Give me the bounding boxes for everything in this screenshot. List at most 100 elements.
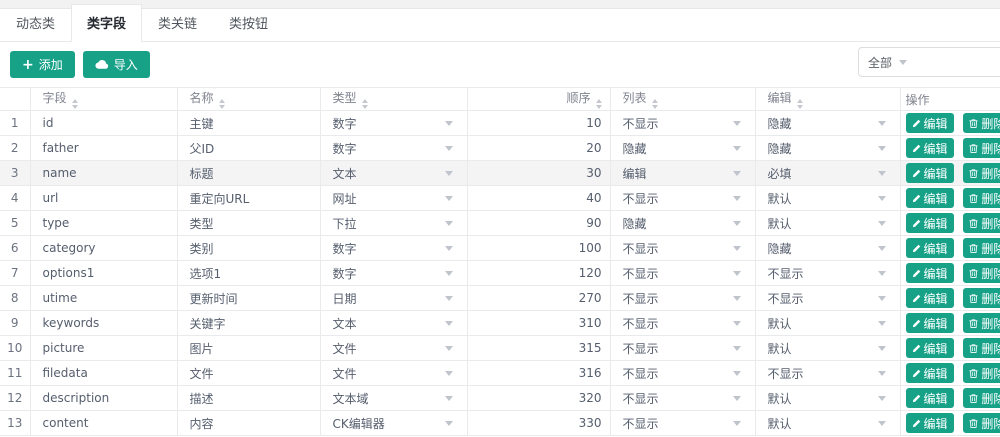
order-cell: 120 xyxy=(467,261,610,286)
field-cell: utime xyxy=(30,286,177,311)
delete-button[interactable]: 删除 xyxy=(963,188,1000,208)
list-select[interactable]: 不显示 xyxy=(610,236,755,261)
edit-select[interactable]: 不显示 xyxy=(755,261,900,286)
delete-button[interactable]: 删除 xyxy=(963,263,1000,283)
list-select[interactable]: 不显示 xyxy=(610,311,755,336)
delete-button[interactable]: 删除 xyxy=(963,213,1000,233)
name-cell: 父ID xyxy=(177,136,320,161)
edit-button[interactable]: 编辑 xyxy=(906,413,954,433)
chevron-down-icon xyxy=(733,196,741,201)
delete-button[interactable]: 删除 xyxy=(963,363,1000,383)
delete-button[interactable]: 删除 xyxy=(963,238,1000,258)
type-select[interactable]: 日期 xyxy=(320,286,467,311)
delete-button[interactable]: 删除 xyxy=(963,138,1000,158)
header-field[interactable]: 字段 xyxy=(30,88,177,111)
type-select[interactable]: 文本域 xyxy=(320,386,467,411)
tab-class-links[interactable]: 类关链 xyxy=(142,4,213,41)
field-cell: category xyxy=(30,236,177,261)
list-select[interactable]: 不显示 xyxy=(610,361,755,386)
tab-class-buttons[interactable]: 类按钮 xyxy=(213,4,284,41)
name-cell: 标题 xyxy=(177,161,320,186)
list-select[interactable]: 不显示 xyxy=(610,286,755,311)
table-row: 1 id 主键 数字 10 不显示 隐藏 编辑 删除 xyxy=(0,111,1000,136)
list-select[interactable]: 隐藏 xyxy=(610,211,755,236)
edit-select[interactable]: 默认 xyxy=(755,186,900,211)
chevron-down-icon xyxy=(445,146,453,151)
header-list[interactable]: 列表 xyxy=(610,88,755,111)
delete-button[interactable]: 删除 xyxy=(963,113,1000,133)
type-select[interactable]: 网址 xyxy=(320,186,467,211)
edit-select[interactable]: 隐藏 xyxy=(755,236,900,261)
edit-select[interactable]: 默认 xyxy=(755,211,900,236)
list-select[interactable]: 不显示 xyxy=(610,411,755,436)
edit-button[interactable]: 编辑 xyxy=(906,388,954,408)
add-button[interactable]: + 添加 xyxy=(10,51,75,78)
edit-button[interactable]: 编辑 xyxy=(906,138,954,158)
edit-select[interactable]: 隐藏 xyxy=(755,111,900,136)
type-select[interactable]: 数字 xyxy=(320,261,467,286)
order-cell: 90 xyxy=(467,211,610,236)
edit-select[interactable]: 必填 xyxy=(755,161,900,186)
chevron-down-icon xyxy=(733,271,741,276)
edit-select[interactable]: 隐藏 xyxy=(755,136,900,161)
type-select[interactable]: 文件 xyxy=(320,336,467,361)
pencil-icon xyxy=(912,119,921,128)
list-select[interactable]: 不显示 xyxy=(610,261,755,286)
name-cell: 图片 xyxy=(177,336,320,361)
delete-button[interactable]: 删除 xyxy=(963,388,1000,408)
edit-select[interactable]: 默认 xyxy=(755,311,900,336)
tab-dynamic-class[interactable]: 动态类 xyxy=(0,4,71,41)
edit-button[interactable]: 编辑 xyxy=(906,113,954,133)
tab-class-fields[interactable]: 类字段 xyxy=(71,4,142,42)
list-select[interactable]: 不显示 xyxy=(610,386,755,411)
edit-select[interactable]: 不显示 xyxy=(755,361,900,386)
edit-button[interactable]: 编辑 xyxy=(906,263,954,283)
header-type[interactable]: 类型 xyxy=(320,88,467,111)
list-select[interactable]: 不显示 xyxy=(610,111,755,136)
name-cell: 关键字 xyxy=(177,311,320,336)
delete-button[interactable]: 删除 xyxy=(963,338,1000,358)
edit-select[interactable]: 不显示 xyxy=(755,286,900,311)
type-select[interactable]: 文本 xyxy=(320,161,467,186)
chevron-down-icon xyxy=(445,396,453,401)
sort-icon xyxy=(652,99,658,109)
header-edit[interactable]: 编辑 xyxy=(755,88,900,111)
type-select[interactable]: 数字 xyxy=(320,136,467,161)
edit-button[interactable]: 编辑 xyxy=(906,288,954,308)
delete-button[interactable]: 删除 xyxy=(963,163,1000,183)
edit-button[interactable]: 编辑 xyxy=(906,313,954,333)
delete-button[interactable]: 删除 xyxy=(963,288,1000,308)
add-button-label: 添加 xyxy=(39,56,63,73)
list-select[interactable]: 不显示 xyxy=(610,186,755,211)
header-name[interactable]: 名称 xyxy=(177,88,320,111)
list-select[interactable]: 隐藏 xyxy=(610,136,755,161)
delete-button[interactable]: 删除 xyxy=(963,313,1000,333)
import-button[interactable]: 导入 xyxy=(83,51,150,78)
type-select[interactable]: 文件 xyxy=(320,361,467,386)
type-select[interactable]: 文本 xyxy=(320,311,467,336)
row-index: 2 xyxy=(0,136,30,161)
delete-button[interactable]: 删除 xyxy=(963,413,1000,433)
list-select[interactable]: 不显示 xyxy=(610,336,755,361)
edit-button[interactable]: 编辑 xyxy=(906,213,954,233)
edit-select[interactable]: 默认 xyxy=(755,386,900,411)
list-select[interactable]: 编辑 xyxy=(610,161,755,186)
filter-select[interactable]: 全部 xyxy=(858,47,1000,77)
type-select[interactable]: 数字 xyxy=(320,236,467,261)
header-order[interactable]: 顺序 xyxy=(467,88,610,111)
edit-select[interactable]: 默认 xyxy=(755,336,900,361)
edit-button[interactable]: 编辑 xyxy=(906,238,954,258)
row-actions-cell: 编辑 删除 xyxy=(900,336,1000,361)
type-select[interactable]: CK编辑器 xyxy=(320,411,467,436)
edit-button[interactable]: 编辑 xyxy=(906,163,954,183)
row-actions-cell: 编辑 删除 xyxy=(900,286,1000,311)
type-select[interactable]: 下拉 xyxy=(320,211,467,236)
edit-select[interactable]: 默认 xyxy=(755,411,900,436)
type-select[interactable]: 数字 xyxy=(320,111,467,136)
order-cell: 100 xyxy=(467,236,610,261)
edit-button[interactable]: 编辑 xyxy=(906,338,954,358)
edit-button[interactable]: 编辑 xyxy=(906,188,954,208)
field-cell: content xyxy=(30,411,177,436)
trash-icon xyxy=(969,219,978,228)
edit-button[interactable]: 编辑 xyxy=(906,363,954,383)
